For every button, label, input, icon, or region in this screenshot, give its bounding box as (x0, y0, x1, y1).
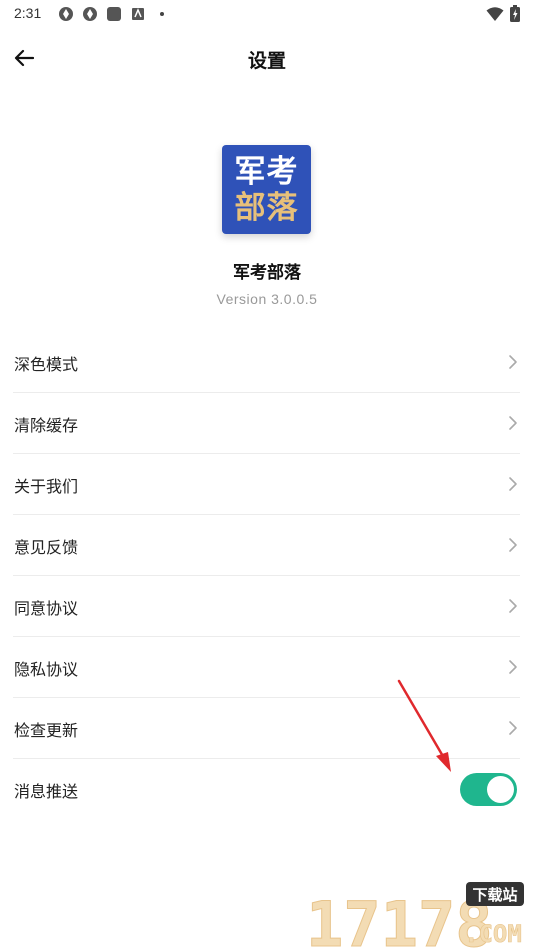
settings-item-label: 清除缓存 (14, 416, 79, 435)
settings-list: 深色模式 清除缓存 关于我们 意见反馈 同意协议 隐私协议 检查更新 消息推送 (13, 332, 520, 820)
settings-item-label: 隐私协议 (14, 660, 79, 679)
settings-item-privacy-policy[interactable]: 隐私协议 (13, 637, 520, 698)
settings-item-label: 关于我们 (14, 477, 79, 496)
chevron-right-icon (509, 599, 517, 613)
status-bar: 2:31 (0, 0, 534, 28)
settings-item-label: 同意协议 (14, 599, 79, 618)
site-watermark: 17178 下载站 .COM (306, 882, 524, 950)
push-notification-toggle[interactable] (460, 773, 517, 806)
app-notification-icon (107, 7, 121, 21)
chevron-right-icon (509, 721, 517, 735)
settings-item-label: 检查更新 (14, 721, 79, 740)
status-time: 2:31 (14, 5, 42, 21)
toggle-knob (487, 776, 514, 803)
settings-item-clear-cache[interactable]: 清除缓存 (13, 393, 520, 454)
settings-item-about-us[interactable]: 关于我们 (13, 454, 520, 515)
app-notification-icon (132, 8, 144, 20)
wifi-icon (486, 6, 504, 21)
app-logo: 军考 部落 (222, 145, 311, 234)
settings-item-label: 深色模式 (14, 355, 79, 374)
settings-item-label: 意见反馈 (14, 538, 79, 557)
chevron-right-icon (509, 416, 517, 430)
app-notification-icon (83, 7, 97, 21)
app-name: 军考部落 (233, 263, 301, 283)
settings-item-feedback[interactable]: 意见反馈 (13, 515, 520, 576)
logo-text-line2: 部落 (234, 189, 299, 226)
app-header: 设置 (0, 30, 534, 86)
more-notifications-dot (160, 12, 164, 16)
settings-item-check-update[interactable]: 检查更新 (13, 698, 520, 759)
settings-item-dark-mode[interactable]: 深色模式 (13, 332, 520, 393)
settings-item-label: 消息推送 (14, 782, 79, 801)
chevron-right-icon (509, 538, 517, 552)
watermark-domain: .COM (464, 920, 522, 948)
battery-icon (510, 5, 520, 22)
logo-text-line1: 军考 (234, 153, 299, 190)
app-notification-icon (59, 7, 73, 21)
chevron-right-icon (509, 660, 517, 674)
page-title: 设置 (247, 50, 286, 72)
app-version: Version 3.0.0.5 (216, 291, 318, 307)
watermark-badge: 下载站 (472, 886, 517, 904)
settings-item-push-notification: 消息推送 (13, 759, 520, 820)
chevron-right-icon (509, 477, 517, 491)
settings-item-user-agreement[interactable]: 同意协议 (13, 576, 520, 637)
notification-icons (58, 6, 164, 22)
system-icons (486, 5, 520, 22)
chevron-right-icon (509, 355, 517, 369)
